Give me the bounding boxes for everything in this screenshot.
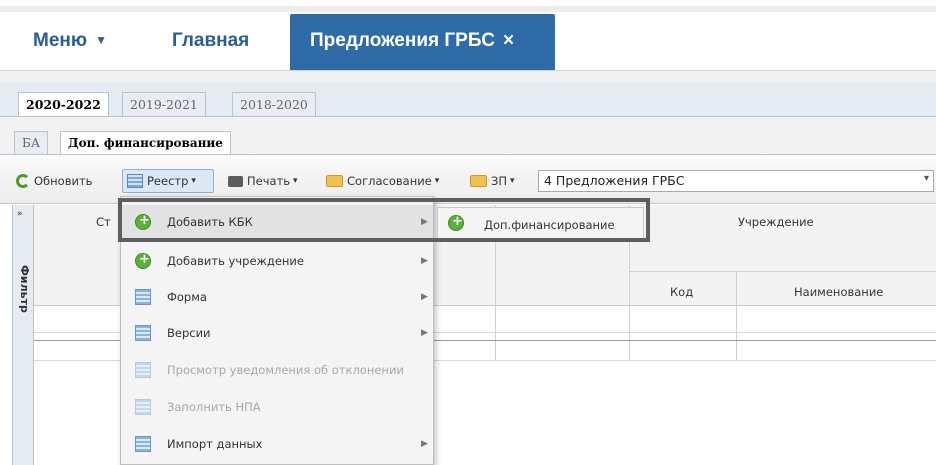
column-header-code[interactable]: Код bbox=[670, 285, 693, 299]
tab-grbs-proposals-label: Предложения ГРБС bbox=[310, 30, 495, 51]
chevron-down-icon: ▾ bbox=[293, 176, 298, 186]
chevron-down-icon: ▾ bbox=[510, 176, 515, 186]
menu-item-form[interactable]: Форма ▶ bbox=[121, 280, 433, 314]
column-header-partial: Ст bbox=[96, 215, 111, 229]
column-group-institution: Учреждение bbox=[738, 215, 814, 229]
refresh-icon bbox=[16, 174, 30, 188]
menu-item-import-data[interactable]: Импорт данных ▶ bbox=[121, 427, 433, 461]
column-divider bbox=[736, 272, 737, 361]
menu-item-label: Добавить учреждение bbox=[167, 254, 304, 268]
proposal-type-value: 4 Предложения ГРБС bbox=[544, 173, 685, 188]
chevron-down-icon: ▼ bbox=[95, 33, 107, 47]
form-icon bbox=[135, 325, 151, 341]
menu-item-versions[interactable]: Версии ▶ bbox=[121, 316, 433, 350]
menu-item-label: Импорт данных bbox=[167, 437, 263, 451]
tab-grbs-proposals[interactable]: Предложения ГРБС × bbox=[290, 14, 555, 70]
expand-icon[interactable]: » bbox=[17, 209, 23, 219]
home-nav-link[interactable]: Главная bbox=[172, 30, 249, 52]
menu-item-fill-npa: Заполнить НПА bbox=[121, 390, 433, 424]
zp-button[interactable]: ЗП ▾ bbox=[470, 174, 515, 188]
registry-icon bbox=[127, 174, 143, 188]
menu-item-add-institution[interactable]: Добавить учреждение ▶ bbox=[121, 244, 433, 278]
header-divider bbox=[629, 271, 936, 272]
reestr-button[interactable]: Реестр ▾ bbox=[127, 174, 196, 188]
top-shade bbox=[0, 6, 936, 12]
submenu-arrow-icon: ▶ bbox=[421, 439, 428, 449]
menu-item-view-rejection-notice: Просмотр уведомления об отклонении bbox=[121, 353, 433, 387]
chevron-down-icon: ▾ bbox=[923, 173, 929, 184]
tab-year-2020-2022[interactable]: 2020-2022 bbox=[18, 92, 109, 117]
tab-ba[interactable]: БА bbox=[14, 131, 48, 154]
submenu-arrow-icon: ▶ bbox=[421, 292, 428, 302]
refresh-button[interactable]: Обновить bbox=[16, 174, 92, 188]
menu-item-label: Версии bbox=[167, 326, 211, 340]
close-icon[interactable]: × bbox=[503, 30, 514, 51]
chevron-down-icon: ▾ bbox=[434, 176, 440, 186]
approval-button[interactable]: Согласование ▾ bbox=[326, 174, 439, 188]
menu-nav-label: Меню bbox=[33, 30, 88, 51]
refresh-label: Обновить bbox=[34, 174, 93, 188]
plus-circle-icon bbox=[135, 252, 151, 269]
approval-label: Согласование bbox=[347, 174, 432, 188]
menu-item-label: Заполнить НПА bbox=[167, 400, 261, 414]
folder-icon bbox=[326, 175, 343, 187]
header-band bbox=[0, 70, 936, 82]
form-icon bbox=[135, 436, 151, 452]
highlight-frame bbox=[118, 198, 650, 242]
form-icon bbox=[135, 399, 151, 415]
filter-label: Фильтр bbox=[18, 265, 31, 313]
chevron-down-icon: ▾ bbox=[191, 176, 196, 186]
menu-item-label: Форма bbox=[167, 290, 207, 304]
printer-icon bbox=[228, 175, 243, 187]
submenu-arrow-icon: ▶ bbox=[421, 256, 428, 266]
tab-additional-financing[interactable]: Доп. финансирование bbox=[60, 131, 231, 155]
form-icon bbox=[135, 362, 151, 378]
filter-panel-toggle[interactable]: » Фильтр bbox=[12, 205, 34, 465]
column-header-name[interactable]: Наименование bbox=[794, 285, 883, 299]
proposal-type-select[interactable]: 4 Предложения ГРБС ▾ bbox=[538, 170, 934, 192]
print-button[interactable]: Печать ▾ bbox=[228, 174, 298, 188]
reestr-label: Реестр bbox=[147, 174, 189, 188]
tab-year-2019-2021[interactable]: 2019-2021 bbox=[122, 92, 206, 116]
form-icon bbox=[135, 289, 151, 305]
menu-item-label: Просмотр уведомления об отклонении bbox=[167, 363, 404, 377]
print-label: Печать bbox=[247, 174, 291, 188]
menu-nav-button[interactable]: Меню ▼ bbox=[33, 30, 107, 52]
zp-label: ЗП bbox=[491, 174, 508, 188]
folder-icon bbox=[470, 175, 487, 187]
submenu-arrow-icon: ▶ bbox=[421, 328, 428, 338]
tab-year-2018-2020[interactable]: 2018-2020 bbox=[232, 92, 316, 116]
